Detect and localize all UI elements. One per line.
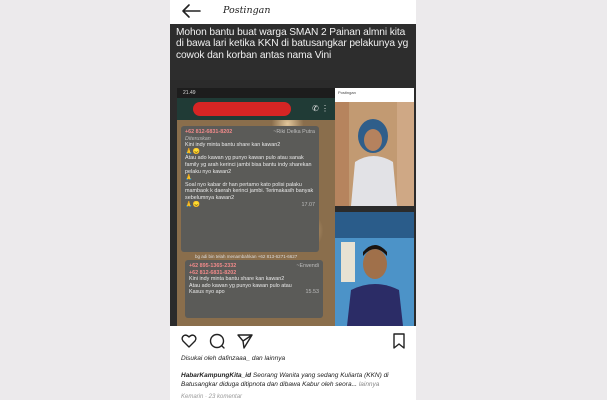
sender-name: ~Riki Delka Putra [273, 129, 315, 135]
status-time: 21.49 [183, 90, 196, 96]
chat-bubble-reply: +62 895-1365-2332 ~Erwendi +62 812-6831-… [185, 260, 323, 318]
back-arrow-icon[interactable] [180, 3, 202, 19]
caption-overlay-text: Mohon bantu buat warga SMAN 2 Painan alm… [176, 27, 409, 61]
pray-emoji-icon: 🙏😞 [185, 201, 200, 208]
photo-header: Postingan [335, 88, 414, 102]
photo-young-man [335, 212, 414, 326]
pray-emoji-icon: 🙏 [185, 175, 193, 182]
whatsapp-chat-screenshot: 21.49 ✆ ⋮ +62 812-6831-8202 ~Riki Delka … [177, 88, 335, 326]
page-title: Postingan [223, 5, 271, 16]
comment-icon[interactable] [208, 332, 226, 350]
quoted-text-1: Kini indy minta bantu share kan kawan2 [189, 276, 285, 283]
likes-text[interactable]: Disukai oleh dafinzaaa_ dan lainnya [181, 355, 285, 362]
share-send-icon[interactable] [236, 332, 254, 350]
quoted-text-2: Atau ado kawan yg punyo kawan pulo atau [189, 282, 292, 289]
pray-emoji-icon: 🙏😞 [185, 148, 200, 155]
chat-bubble-forwarded: +62 812-6831-8202 ~Riki Delka Putra Dite… [181, 126, 319, 252]
message-time: 15.53 [305, 289, 320, 296]
photo-child-in-hijab: Postingan [335, 88, 414, 206]
redacted-name-scribble [193, 102, 291, 116]
post-image[interactable]: Mohon bantu buat warga SMAN 2 Painan alm… [170, 24, 416, 326]
message-time: 17.07 [301, 201, 316, 208]
top-bar: Postingan [170, 0, 416, 24]
chat-header: ✆ ⋮ [177, 98, 335, 120]
caption-more-link[interactable]: lainnya [359, 381, 380, 388]
quoted-number: +62 812-6831-8202 [189, 269, 237, 276]
post-actions [170, 330, 416, 352]
message-text-2: Atau ado kawan yg punyo kawan pulo atau … [185, 155, 312, 175]
like-heart-icon[interactable] [180, 332, 198, 350]
status-bar: 21.49 [177, 88, 335, 98]
reply-text: Kasus nyo apo [189, 289, 225, 296]
instagram-post-screen: Postingan Mohon bantu buat warga SMAN 2 … [170, 0, 416, 400]
bookmark-icon[interactable] [390, 332, 408, 350]
sender-number: +62 812-6831-8202 [185, 129, 233, 135]
person-photo-icon [335, 102, 414, 206]
call-menu-icon: ✆ ⋮ [312, 104, 329, 113]
sender-name: ~Erwendi [296, 263, 319, 269]
sender-number: +62 895-1365-2332 [189, 263, 237, 269]
message-text-3: Soal nyo kabar dr han pertamo kato polis… [185, 181, 314, 201]
forwarded-label: Diteruskan [185, 135, 211, 142]
person-photo-icon [335, 212, 414, 326]
message-text-1: Kini indy minta bantu share kan kawan2 [185, 142, 281, 149]
post-timestamp: Kemarin · 23 komentar [181, 394, 243, 400]
caption-username[interactable]: HabarKampungKita_id [181, 372, 251, 379]
caption-overlay: Mohon bantu buat warga SMAN 2 Painan alm… [170, 24, 416, 80]
post-caption: HabarKampungKita_id Seorang Wanita yang … [181, 371, 411, 389]
